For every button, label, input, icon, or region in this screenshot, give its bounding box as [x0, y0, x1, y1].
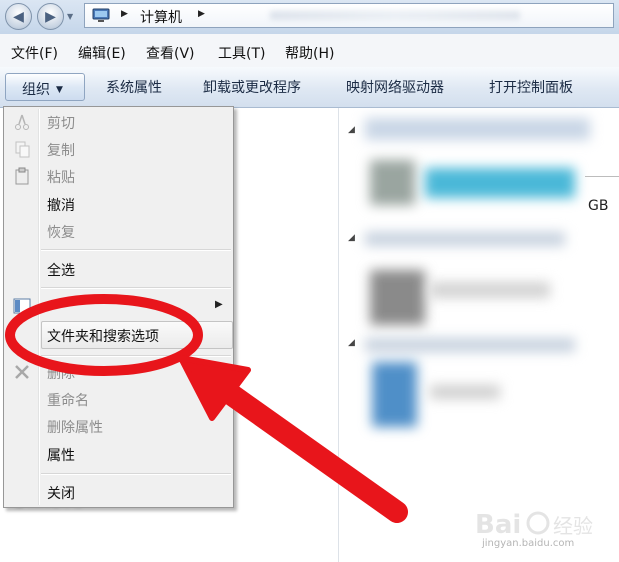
menu-item-rename: 重命名 — [47, 393, 89, 409]
menu-edit[interactable]: 编辑(E) — [78, 43, 126, 63]
layout-icon — [13, 298, 31, 314]
copy-icon — [15, 141, 30, 158]
address-input[interactable]: ▶ 计算机 ▶ — [84, 3, 614, 28]
breadcrumb-arrow-icon[interactable]: ▶ — [121, 9, 128, 19]
breadcrumb-arrow-icon[interactable]: ▶ — [198, 9, 205, 19]
map-network-drive-button[interactable]: 映射网络驱动器 — [346, 77, 444, 97]
menu-item-close[interactable]: 关闭 — [47, 483, 75, 503]
blurred-device-label — [430, 282, 550, 298]
menu-gutter — [39, 109, 40, 505]
menu-item-paste: 粘贴 — [47, 170, 75, 186]
group-collapse-icon[interactable]: ◢ — [348, 125, 355, 135]
drive-size-text: GB — [588, 198, 609, 214]
forward-button[interactable]: ▶ — [37, 3, 64, 30]
menu-tools[interactable]: 工具(T) — [218, 43, 265, 63]
menu-file[interactable]: 文件(F) — [11, 43, 58, 63]
blurred-group-header — [365, 232, 565, 246]
svg-text:Bai: Bai — [475, 510, 521, 540]
drive-bar-edge — [585, 176, 619, 177]
menu-help[interactable]: 帮助(H) — [285, 43, 334, 63]
menu-item-redo: 恢复 — [47, 225, 75, 241]
svg-text:经验: 经验 — [553, 514, 593, 538]
menu-item-undo[interactable]: 撤消 — [47, 195, 75, 215]
blurred-phone-icon — [372, 362, 417, 427]
scissors-icon — [15, 114, 29, 130]
blurred-group-header — [365, 338, 575, 352]
organize-button[interactable]: 组织 ▼ — [5, 73, 85, 101]
blurred-address-text — [270, 11, 520, 20]
blurred-device-icon — [370, 270, 425, 325]
menu-item-properties[interactable]: 属性 — [47, 445, 75, 465]
command-toolbar: 组织 ▼ 系统属性 卸载或更改程序 映射网络驱动器 打开控制面板 — [0, 67, 619, 108]
menu-item-remove-properties: 删除属性 — [47, 420, 103, 436]
back-arrow-icon: ◀ — [13, 8, 24, 25]
menu-item-copy: 复制 — [47, 143, 75, 159]
menu-bar: 文件(F) 编辑(E) 查看(V) 工具(T) 帮助(H) — [0, 34, 619, 68]
folder-options-label: 文件夹和搜索选项 — [47, 329, 159, 345]
organize-label: 组织 — [22, 82, 50, 98]
menu-separator — [41, 355, 231, 357]
open-control-panel-button[interactable]: 打开控制面板 — [489, 77, 573, 97]
menu-separator — [41, 473, 231, 475]
history-dropdown-icon[interactable]: ▼ — [67, 12, 73, 21]
submenu-arrow-icon: ▶ — [215, 299, 223, 310]
blurred-group-header — [365, 118, 590, 140]
group-collapse-icon[interactable]: ◢ — [348, 338, 355, 348]
group-collapse-icon[interactable]: ◢ — [348, 233, 355, 243]
menu-item-delete: 删除 — [47, 366, 75, 382]
menu-item-cut: 剪切 — [47, 116, 75, 132]
blurred-drive-bar — [425, 168, 575, 198]
organize-context-menu: 剪切 复制 粘贴 撤消 恢复 全选 ▶ 文件夹和搜索选项 删除 重命名 删除属性… — [3, 106, 234, 508]
back-button[interactable]: ◀ — [5, 3, 32, 30]
blurred-drive-icon — [370, 160, 415, 205]
menu-separator — [41, 249, 231, 251]
chevron-down-icon: ▼ — [56, 85, 63, 95]
menu-item-select-all[interactable]: 全选 — [47, 260, 75, 280]
computer-icon — [92, 8, 110, 22]
system-properties-button[interactable]: 系统属性 — [106, 77, 162, 97]
menu-separator — [41, 287, 231, 289]
watermark-url: jingyan.baidu.com — [482, 538, 575, 549]
menu-view[interactable]: 查看(V) — [146, 43, 195, 63]
breadcrumb-computer[interactable]: 计算机 — [140, 7, 182, 27]
delete-x-icon — [15, 365, 29, 379]
paste-icon — [15, 167, 29, 185]
menu-item-folder-options[interactable]: 文件夹和搜索选项 — [41, 321, 233, 349]
pane-splitter[interactable] — [338, 108, 339, 562]
address-bar: ◀ ▶ ▼ ▶ 计算机 ▶ — [0, 0, 619, 35]
forward-arrow-icon: ▶ — [45, 8, 56, 25]
blurred-phone-label — [430, 385, 500, 399]
uninstall-program-button[interactable]: 卸载或更改程序 — [203, 77, 301, 97]
